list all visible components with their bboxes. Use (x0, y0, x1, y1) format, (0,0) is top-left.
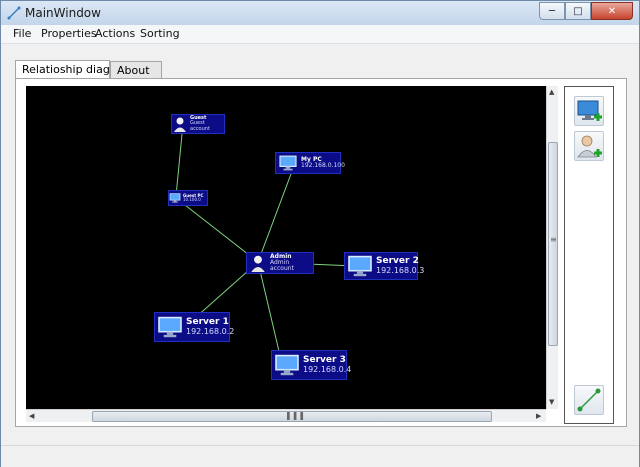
connect-nodes-button[interactable] (574, 385, 604, 415)
scroll-down-icon[interactable]: ▼ (549, 398, 554, 406)
edge-admin-server3 (257, 261, 283, 365)
tab-about[interactable]: About (110, 61, 162, 78)
monitor-icon (169, 193, 181, 203)
monitor-icon (275, 354, 299, 376)
menu-sorting[interactable]: Sorting (140, 27, 180, 40)
monitor-icon (348, 255, 372, 277)
scroll-up-icon[interactable]: ▲ (549, 88, 554, 96)
node-guest[interactable]: Guest Guest account (171, 114, 225, 134)
node-server-1-address: 192.168.0.2 (186, 326, 235, 336)
relationship-diagram-canvas[interactable]: Guest Guest account Guest PC 10.100.0 My… (26, 86, 546, 409)
vertical-scrollbar[interactable]: ▲ ≡ ▼ (546, 86, 558, 409)
node-server-2[interactable]: Server 2 192.168.0.3 (344, 252, 424, 280)
horizontal-scrollbar[interactable]: ◀ ❚❚❚ ▶ (26, 409, 546, 422)
tool-panel (564, 86, 614, 424)
node-server-2-address: 192.168.0.3 (376, 265, 425, 275)
node-my-pc[interactable]: My PC 192.168.0.100 (275, 152, 345, 174)
vertical-scroll-thumb[interactable]: ≡ (548, 142, 558, 346)
scroll-right-icon[interactable]: ▶ (536, 412, 541, 420)
node-my-pc-address: 192.168.0.100 (301, 162, 345, 169)
app-icon (7, 6, 21, 20)
minimize-icon: ─ (548, 5, 556, 17)
node-server-1[interactable]: Server 1 192.168.0.2 (154, 312, 234, 342)
window-title: MainWindow (25, 6, 101, 20)
grip-icon: ❚❚❚ (285, 411, 306, 420)
node-server-3[interactable]: Server 3 192.168.0.4 (271, 350, 351, 380)
main-window: MainWindow ─ □ ✕ File Properties Actions… (0, 0, 640, 467)
scroll-left-icon[interactable]: ◀ (29, 412, 34, 420)
monitor-icon (158, 316, 182, 338)
menu-file[interactable]: File (13, 27, 31, 40)
node-admin[interactable]: Admin Admin account (246, 252, 314, 274)
maximize-button[interactable]: □ (565, 2, 591, 20)
connect-line-icon (577, 388, 601, 412)
node-server-3-address: 192.168.0.4 (303, 364, 352, 374)
add-user-button[interactable] (574, 131, 604, 161)
node-admin-address: Admin account (270, 258, 294, 273)
menu-properties[interactable]: Properties (41, 27, 97, 40)
edge-guest-guestpc (175, 133, 183, 197)
add-user-icon (577, 135, 602, 158)
title-bar[interactable]: MainWindow ─ □ ✕ (1, 1, 639, 25)
node-guest-pc[interactable]: Guest PC 10.100.0 (168, 190, 208, 206)
menu-bar: File Properties Actions Sorting (1, 25, 639, 44)
add-computer-button[interactable] (574, 96, 604, 126)
node-guest-pc-address: 10.100.0 (183, 197, 201, 202)
menu-actions[interactable]: Actions (95, 27, 135, 40)
tab-relationship-diagram[interactable]: Relatioship diagram (15, 60, 132, 78)
monitor-icon (279, 155, 297, 171)
close-button[interactable]: ✕ (591, 2, 633, 20)
horizontal-scroll-thumb[interactable]: ❚❚❚ (92, 411, 492, 422)
minimize-button[interactable]: ─ (539, 2, 565, 20)
close-icon: ✕ (607, 5, 617, 17)
status-bar (1, 445, 639, 467)
grip-icon: ≡ (550, 235, 557, 244)
maximize-icon: □ (573, 5, 583, 17)
user-icon (174, 117, 186, 132)
node-guest-address: Guest account (190, 120, 210, 132)
user-icon (251, 255, 265, 272)
edge-mypc-admin (257, 165, 295, 263)
add-computer-icon (577, 100, 602, 121)
